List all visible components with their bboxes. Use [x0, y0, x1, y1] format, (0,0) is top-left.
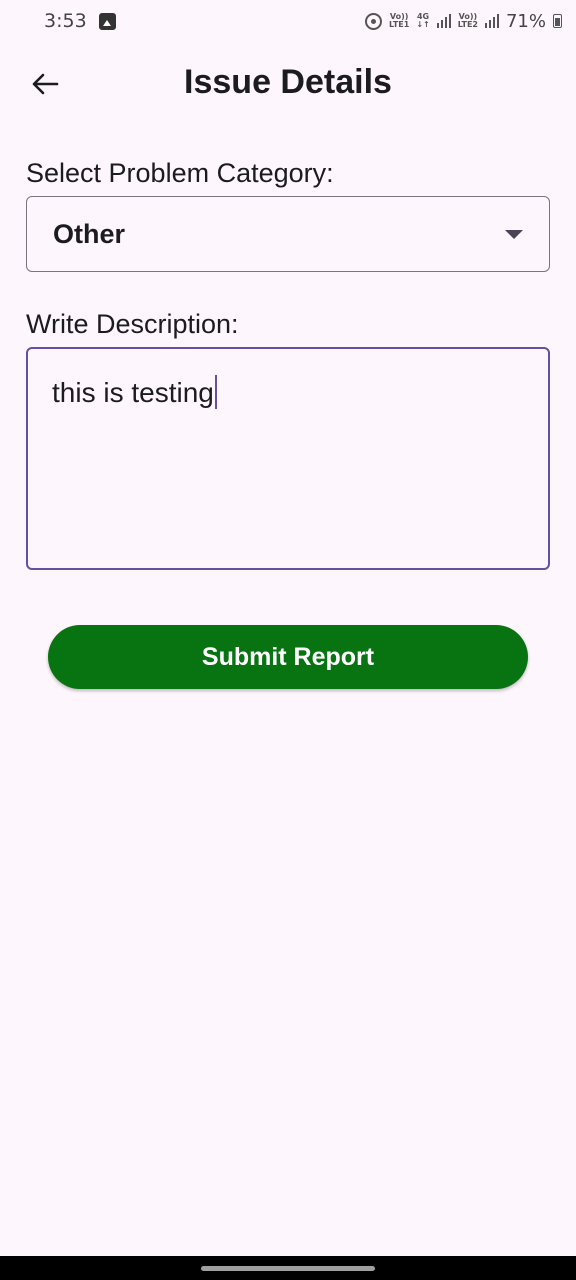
- navigation-bar: [0, 1256, 576, 1280]
- signal-icon: [484, 14, 499, 28]
- description-label: Write Description:: [26, 309, 239, 339]
- status-left: 3:53: [44, 10, 116, 32]
- battery-percent: 71%: [505, 10, 546, 32]
- net-type-label: 4G ↓↑: [416, 13, 429, 29]
- battery-icon: [553, 14, 562, 28]
- gallery-icon: [98, 12, 116, 30]
- category-dropdown[interactable]: Other: [26, 196, 550, 272]
- status-right: Vo)) LTE1 4G ↓↑ Vo)) LTE2 71%: [365, 11, 562, 32]
- hotspot-icon: [365, 12, 383, 30]
- submit-report-button[interactable]: Submit Report: [48, 625, 528, 689]
- description-text: this is testing: [52, 377, 214, 408]
- signal-icon: [436, 14, 451, 28]
- sim1-label: Vo)) LTE1: [389, 13, 409, 29]
- page-title: Issue Details: [184, 63, 392, 101]
- data-arrows-icon: ↓↑: [416, 20, 430, 29]
- app-bar: Issue Details: [0, 55, 576, 113]
- home-gesture-handle[interactable]: [201, 1266, 375, 1271]
- caret-down-icon: [505, 229, 523, 239]
- sim2-lte: LTE2: [457, 20, 478, 29]
- submit-report-label: Submit Report: [201, 642, 375, 671]
- status-bar: 3:53 Vo)) LTE1 4G ↓↑ Vo)) LTE2 71%: [0, 0, 576, 42]
- status-time: 3:53: [44, 10, 87, 32]
- text-cursor: [214, 375, 217, 409]
- description-input[interactable]: this is testing: [26, 347, 550, 570]
- sim2-label: Vo)) LTE2: [458, 13, 478, 29]
- sim1-lte: LTE1: [389, 20, 410, 29]
- category-label: Select Problem Category:: [26, 158, 334, 188]
- category-dropdown-value: Other: [53, 218, 126, 249]
